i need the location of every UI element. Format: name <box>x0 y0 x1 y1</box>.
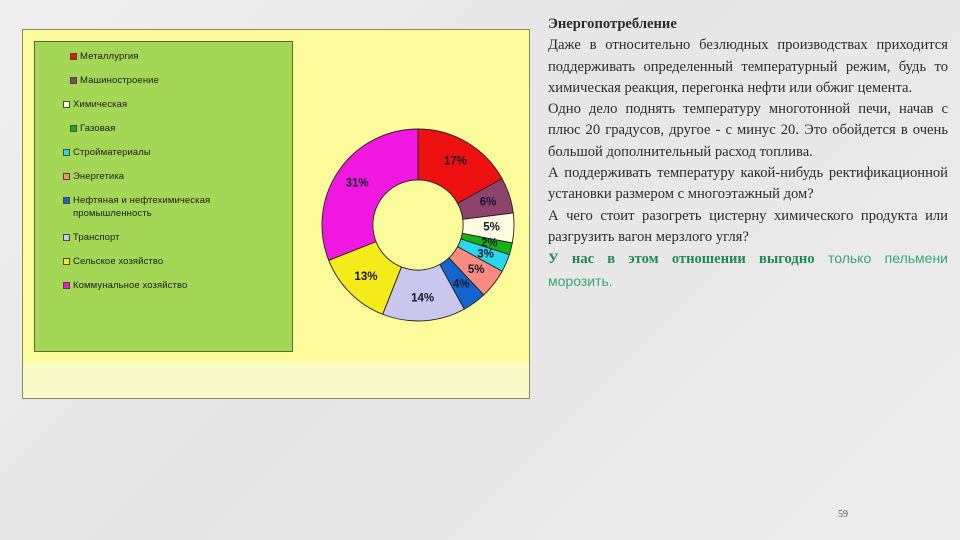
legend-item-1[interactable]: Машиностроение <box>41 75 286 88</box>
legend-swatch-icon <box>63 257 70 265</box>
legend-item-label: Газовая <box>80 123 116 134</box>
legend-item-label: Транспорт <box>73 231 120 243</box>
page-number: 59 <box>838 509 848 520</box>
legend-swatch-icon <box>70 53 77 60</box>
legend-item-8[interactable]: Сельское хозяйство <box>41 256 286 269</box>
legend-item-label: Стройматериалы <box>73 147 151 158</box>
doughnut-slice-label: 5% <box>468 264 485 276</box>
legend-swatch-icon <box>63 281 70 289</box>
legend-item-label: Машиностроение <box>80 75 159 86</box>
chart-panel: Металлургия Машиностроение Химическая Га… <box>22 29 530 399</box>
legend-swatch-icon <box>63 149 70 156</box>
doughnut-slice-label: 31% <box>346 178 369 190</box>
legend-item-label: Коммунальное хозяйство <box>73 279 188 291</box>
legend-item-9[interactable]: Коммунальное хозяйство <box>41 280 286 293</box>
article-paragraph-2: Одно дело поднять температуру многотонно… <box>548 101 948 160</box>
legend-item-label: Сельское хозяйство <box>73 255 164 267</box>
legend-item-label: Нефтяная и нефтехимическая промышленност… <box>73 195 211 219</box>
legend-item-label: Металлургия <box>80 51 139 62</box>
legend-swatch-icon <box>63 197 70 204</box>
legend-item-2[interactable]: Химическая <box>41 99 286 112</box>
doughnut-chart: 17% 6% 5% 2% 3% 5% 4% 14% 13% 31% <box>318 125 518 325</box>
doughnut-slice-label: 4% <box>453 279 470 291</box>
article-text-column: Энергопотребление Даже в относительно бе… <box>548 14 948 293</box>
legend-item-6[interactable]: Нефтяная и нефтехимическая промышленност… <box>41 195 286 220</box>
legend-swatch-icon <box>63 101 70 108</box>
legend-item-7[interactable]: Транспорт <box>41 232 286 245</box>
doughnut-slice-label: 6% <box>480 196 497 208</box>
legend-swatch-icon <box>63 233 70 241</box>
legend-swatch-icon <box>63 173 70 180</box>
legend-item-5[interactable]: Энергетика <box>41 171 286 184</box>
doughnut-slice[interactable] <box>321 128 419 261</box>
doughnut-slice-label: 13% <box>354 271 377 283</box>
legend-item-label: Энергетика <box>73 171 125 182</box>
article-highlight-line: У нас в этом отношении выгодно только пе… <box>548 248 948 293</box>
doughnut-slice-label: 5% <box>483 221 500 233</box>
highlight-bold-text: У нас в этом отношении выгодно <box>548 251 815 268</box>
article-paragraph-4: А чего стоит разогреть цистерну химическ… <box>548 207 948 245</box>
doughnut-slice-label: 17% <box>444 156 467 168</box>
legend-item-0[interactable]: Металлургия <box>41 51 286 64</box>
chart-legend: Металлургия Машиностроение Химическая Га… <box>34 41 293 352</box>
doughnut-slice-label: 3% <box>477 248 494 260</box>
article-paragraph-1: Даже в относительно безлюдных производст… <box>548 37 948 96</box>
article-paragraph-3: А поддерживать температуру какой-нибудь … <box>548 165 948 203</box>
legend-swatch-icon <box>70 125 77 132</box>
legend-item-label: Химическая <box>73 99 128 110</box>
doughnut-chart-svg: 17%6%5%2%3%5%4%14%13%31% <box>321 128 515 322</box>
legend-swatch-icon <box>70 77 77 84</box>
legend-item-4[interactable]: Стройматериалы <box>41 147 286 160</box>
legend-item-3[interactable]: Газовая <box>41 123 286 136</box>
page-title: Энергопотребление <box>548 16 677 32</box>
doughnut-slice-label: 14% <box>411 292 434 304</box>
